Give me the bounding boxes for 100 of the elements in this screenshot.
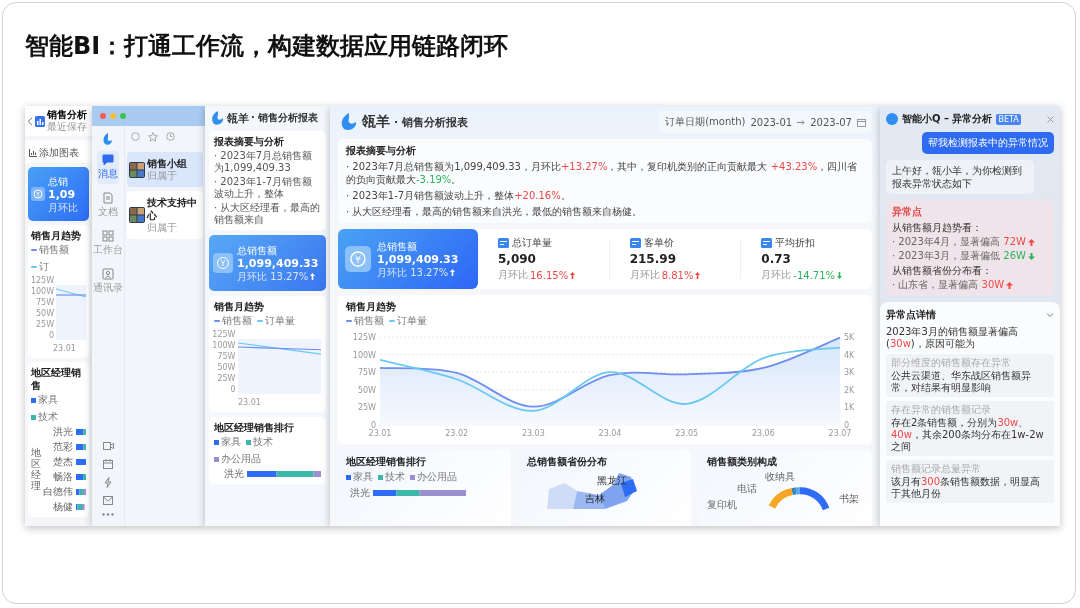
axis-label: 100W xyxy=(212,340,236,351)
axis-label: 23.06 xyxy=(751,429,775,438)
report-title: · 销售分析报表 xyxy=(394,114,468,130)
calendar-icon[interactable] xyxy=(103,459,113,469)
reason-text: 存在2条销售额，分别为30w、 40w，其余200条均分布在1w-2w之间 xyxy=(891,417,1045,453)
kpi-label: 总销售额 xyxy=(377,239,418,253)
manager-name: 楚杰 xyxy=(52,454,73,469)
anomaly-heading: 从销售额月趋势看： xyxy=(892,221,983,234)
video-icon[interactable] xyxy=(102,441,114,451)
summary-line: · 2023年7月总销售额为1,099,409.33 xyxy=(214,150,314,174)
legend-item: 订单量 xyxy=(389,315,427,327)
chart-title: 总销售额省份分布 xyxy=(526,455,608,468)
axis-label: 50W xyxy=(217,362,236,373)
summary-line: · 2023年1-7月销售额波动上升，整体 xyxy=(214,176,314,200)
kpi-label: 总销售额 xyxy=(237,243,278,257)
back-icon[interactable] xyxy=(27,116,33,126)
brand-name: 瓴羊 xyxy=(362,113,390,131)
document-icon xyxy=(102,192,114,204)
stacked-bar xyxy=(76,458,86,465)
report-icon xyxy=(35,115,45,127)
beta-badge: BETA xyxy=(996,113,1021,125)
legend-item: 家具 xyxy=(346,471,373,483)
star-icon[interactable] xyxy=(148,132,158,142)
chevron-icon[interactable] xyxy=(1046,311,1054,319)
summary-title: 报表摘要与分析 xyxy=(214,135,285,148)
date-range-field[interactable]: 订单日期(month) 2023-01 2023-07 xyxy=(659,111,872,133)
more-icon[interactable] xyxy=(102,513,114,516)
stacked-bar xyxy=(76,428,86,435)
axis-label: 125W xyxy=(352,333,376,342)
axis-label: 50W xyxy=(36,308,55,319)
axis-label: 23.01 xyxy=(368,429,392,438)
chat-item[interactable]: 销售小组 归属于 xyxy=(127,152,203,187)
currency-icon xyxy=(31,187,45,201)
arrow-icon xyxy=(797,119,806,125)
metric-icon xyxy=(761,238,773,248)
slice-label: 收纳具 xyxy=(765,471,796,482)
kpi-label: 客单价 xyxy=(643,236,674,250)
axis-title: 地区经理 xyxy=(31,447,41,491)
close-icon[interactable] xyxy=(1047,115,1054,123)
axis-label: 5K xyxy=(844,333,855,342)
axis-label: 23.07 xyxy=(828,429,852,438)
map-label: 吉林 xyxy=(584,493,605,504)
legend-item: 家具 xyxy=(31,394,58,406)
axis-label: 0 xyxy=(844,421,850,430)
chat-item[interactable]: 技术支持中心 归属于 xyxy=(127,191,203,239)
stacked-bar xyxy=(76,443,86,450)
slice-label: 电话 xyxy=(737,483,758,494)
summary-line: · 2023年1-7月销售额波动上升，整体+20.16%。 xyxy=(346,189,572,202)
reason-text: 该月有300条销售额数据，明显高于其他月份 xyxy=(891,476,1042,500)
lightning-icon[interactable] xyxy=(104,477,112,488)
kpi-value: 1,099,409.33 xyxy=(237,256,319,271)
kpi-change: 月环比 13.27% xyxy=(237,270,319,283)
kpi-change: 月环比 8.81% xyxy=(629,268,741,282)
slide-title: 智能BI：打通工作流，构建数据应用链路闭环 xyxy=(25,31,510,62)
axis-label: 3K xyxy=(844,368,855,378)
axis-label: 25W xyxy=(357,403,376,413)
assistant-logo-icon xyxy=(886,113,898,125)
reason-label: 存在异常的销售额记录 xyxy=(891,404,992,416)
brand-name: 瓴羊 xyxy=(227,110,249,126)
stacked-bar xyxy=(76,473,86,480)
close-dot-icon[interactable] xyxy=(100,113,106,119)
axis-label: 4K xyxy=(844,350,855,360)
axis-label: 25W xyxy=(217,373,236,384)
circle-icon[interactable] xyxy=(131,132,140,141)
legend-item: 销售额 xyxy=(31,244,69,256)
metric-icon xyxy=(629,238,641,248)
kpi-label: 总订单量 xyxy=(512,236,552,250)
kpi-label: 总销 xyxy=(48,174,69,188)
maximize-dot-icon[interactable] xyxy=(120,113,126,119)
manager-name: 洪光 xyxy=(349,485,370,500)
legend-item: 销售额 xyxy=(346,315,384,327)
kpi-value: 0.73 xyxy=(761,252,792,266)
logo-icon xyxy=(209,110,225,126)
chart-title: 销售月趋势 xyxy=(214,300,265,313)
slice-label: 书架 xyxy=(839,493,860,504)
minimize-dot-icon[interactable] xyxy=(110,113,116,119)
summary-title: 报表摘要与分析 xyxy=(346,144,417,157)
axis-label: 125W xyxy=(212,329,236,340)
anomaly-item: · 山东省，显著偏高 30W xyxy=(892,279,1005,291)
chart-title: 地区经理销售排行 xyxy=(346,455,427,468)
currency-icon xyxy=(213,253,233,273)
legend-item: 办公用品 xyxy=(214,453,261,465)
chart-title: 销售月趋势 xyxy=(346,300,397,313)
manager-name: 洪光 xyxy=(223,466,244,481)
kpi-label: 平均折扣 xyxy=(775,236,816,250)
legend-item: 订 xyxy=(31,261,49,273)
axis-label: 1K xyxy=(844,403,855,413)
legend-item: 办公用品 xyxy=(410,471,457,483)
summary-line: · 2023年7月总销售额为1,099,409.33，月环比+13.27%，其中，复印机类别的正向贡献最大 +43.23%，四川省的负向贡献最大-3.19%。 xyxy=(346,160,859,186)
save-status: 最近保存 xyxy=(47,121,87,133)
kpi-change: 月环比 -14.71% xyxy=(761,268,872,282)
sidebar-item[interactable]: 消息 xyxy=(97,151,119,184)
manager-name: 杨健 xyxy=(52,499,73,514)
clock-icon[interactable] xyxy=(166,132,175,141)
mail-icon[interactable] xyxy=(103,496,113,505)
details-title: 异常点详情 xyxy=(886,308,936,322)
bar-chart-icon xyxy=(29,149,37,157)
chart-title: 地区经理销售 xyxy=(31,366,82,392)
panel-title: 智能小Q – 异常分析 xyxy=(902,112,993,126)
details-intro: 2023年3月的销售额显著偏高(30w)，原因可能为 xyxy=(886,326,1019,350)
